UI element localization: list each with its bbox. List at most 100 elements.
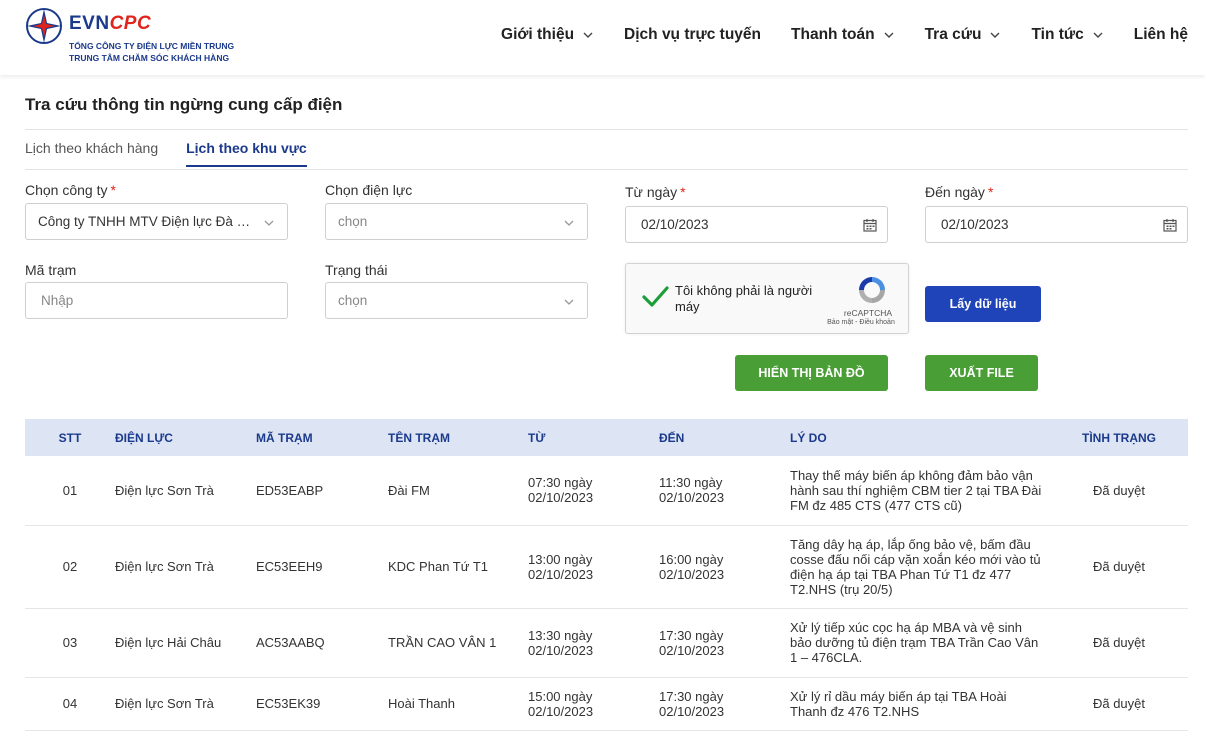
column-header-stt: STT bbox=[25, 419, 115, 456]
main-nav: Giới thiệu Dịch vụ trực tuyến Thanh toán… bbox=[471, 26, 1188, 44]
fetch-data-button[interactable]: Lấy dữ liệu bbox=[925, 286, 1041, 322]
cell-ma-tram: AC53AABQ bbox=[256, 608, 388, 678]
checkmark-icon[interactable] bbox=[640, 282, 670, 312]
title-divider bbox=[25, 129, 1188, 130]
recaptcha-widget[interactable]: Tôi không phải là người máy reCAPTCHA Bả… bbox=[625, 263, 909, 334]
nav-item-dich-vu-truc-tuyen[interactable]: Dịch vụ trực tuyến bbox=[624, 26, 761, 44]
cell-tu-text: 07:30 ngày 02/10/2023 bbox=[528, 475, 594, 506]
nav-item-thanh-toan[interactable]: Thanh toán bbox=[791, 26, 895, 44]
to-date-input[interactable]: 02/10/2023 bbox=[925, 206, 1188, 243]
cell-den-text: 16:00 ngày 02/10/2023 bbox=[659, 551, 725, 582]
tab-lich-theo-khach-hang[interactable]: Lịch theo khách hàng bbox=[25, 140, 158, 167]
cell-dien-luc: Điện lực Hải Châu bbox=[115, 608, 256, 678]
company-label-text: Chọn công ty bbox=[25, 182, 108, 198]
required-mark: * bbox=[110, 182, 116, 198]
required-mark: * bbox=[987, 184, 994, 200]
logo-subtitle-1: TỔNG CÔNG TY ĐIỆN LỰC MIỀN TRUNG bbox=[69, 41, 235, 51]
cell-tu: 13:00 ngày 02/10/2023 bbox=[528, 525, 659, 609]
from-date-label-text: Từ ngày bbox=[625, 184, 678, 200]
recaptcha-label: Tôi không phải là người máy bbox=[675, 283, 813, 314]
status-select-placeholder: chọn bbox=[338, 293, 368, 308]
cell-dien-luc: Điện lực Sơn Trà bbox=[115, 677, 256, 731]
calendar-icon[interactable] bbox=[1163, 218, 1177, 232]
nav-item-label: Dịch vụ trực tuyến bbox=[624, 26, 762, 43]
cell-ma-tram: ED53EABP bbox=[256, 456, 388, 526]
table-row: 01 Điện lực Sơn Trà ED53EABP Đài FM 07:3… bbox=[25, 456, 1188, 526]
chevron-down-icon bbox=[564, 220, 574, 226]
cell-ly-do-text: Thay thế máy biến áp không đảm bảo vận h… bbox=[790, 467, 1042, 513]
cell-ly-do-text: Tăng dây hạ áp, lắp ống bảo vệ, bấm đầu … bbox=[790, 536, 1041, 597]
logo-brand: EVNCPC bbox=[69, 13, 151, 35]
status-select[interactable]: chọn bbox=[325, 282, 588, 319]
power-label: Chọn điện lực bbox=[325, 182, 413, 198]
status-label: Trạng thái bbox=[325, 262, 388, 278]
cell-ly-do-text: Xử lý rỉ dầu máy biến áp tại TBA Hoài Th… bbox=[790, 688, 1007, 719]
cell-den: 17:30 ngày 02/10/2023 bbox=[659, 677, 790, 731]
chevron-down-icon bbox=[564, 299, 574, 305]
tab-lich-theo-khu-vuc[interactable]: Lịch theo khu vực bbox=[186, 140, 307, 167]
cell-den-text: 17:30 ngày 02/10/2023 bbox=[659, 627, 725, 658]
chevron-down-icon bbox=[990, 32, 1000, 38]
chevron-down-icon bbox=[884, 32, 894, 38]
table-header-row: STT ĐIỆN LỰC MÃ TRẠM TÊN TRẠM TỪ ĐẾN LÝ … bbox=[25, 419, 1188, 456]
cell-ly-do: Thay thế máy biến áp không đảm bảo vận h… bbox=[790, 456, 1050, 526]
chevron-down-icon bbox=[264, 220, 274, 226]
outage-schedule-table: STT ĐIỆN LỰC MÃ TRẠM TÊN TRẠM TỪ ĐẾN LÝ … bbox=[25, 419, 1188, 731]
table-row: 04 Điện lực Sơn Trà EC53EK39 Hoài Thanh … bbox=[25, 677, 1188, 731]
nav-item-label: Giới thiệu bbox=[501, 26, 575, 43]
cell-ly-do: Xử lý tiếp xúc cọc hạ áp MBA và vệ sinh … bbox=[790, 608, 1050, 678]
nav-item-label: Thanh toán bbox=[791, 26, 875, 43]
chevron-down-icon bbox=[1093, 32, 1103, 38]
logo-brand-cpc: CPC bbox=[109, 13, 152, 34]
recaptcha-logo-icon bbox=[859, 277, 885, 303]
cell-tinh-trang: Đã duyệt bbox=[1050, 677, 1188, 731]
column-header-tinh-trang: TÌNH TRẠNG bbox=[1050, 419, 1188, 456]
nav-item-label: Liên hệ bbox=[1133, 26, 1188, 43]
company-select[interactable]: Công ty TNHH MTV Điện lực Đà Nẵng bbox=[25, 203, 288, 240]
station-code-input[interactable]: Nhập bbox=[25, 282, 288, 319]
nav-item-lien-he[interactable]: Liên hệ bbox=[1134, 26, 1188, 44]
nav-item-gioi-thieu[interactable]: Giới thiệu bbox=[501, 26, 594, 44]
company-select-value: Công ty TNHH MTV Điện lực Đà Nẵng bbox=[38, 214, 253, 229]
cell-tu: 13:30 ngày 02/10/2023 bbox=[528, 608, 659, 678]
nav-item-label: Tin tức bbox=[1031, 26, 1084, 43]
page-title: Tra cứu thông tin ngừng cung cấp điện bbox=[25, 95, 343, 114]
column-header-ten-tram: TÊN TRẠM bbox=[388, 419, 528, 456]
cell-tu-text: 13:00 ngày 02/10/2023 bbox=[528, 551, 594, 582]
column-header-den: ĐẾN bbox=[659, 419, 790, 456]
cell-tinh-trang: Đã duyệt bbox=[1050, 456, 1188, 526]
recaptcha-links[interactable]: Bảo mật - Điều khoản bbox=[822, 319, 900, 326]
company-label: Chọn công ty * bbox=[25, 182, 116, 198]
nav-item-tra-cuu[interactable]: Tra cứu bbox=[925, 26, 1002, 44]
cell-dien-luc: Điện lực Sơn Trà bbox=[115, 456, 256, 526]
to-date-value: 02/10/2023 bbox=[941, 217, 1009, 232]
export-file-button[interactable]: XUẤT FILE bbox=[925, 355, 1038, 391]
nav-item-tin-tuc[interactable]: Tin tức bbox=[1031, 26, 1103, 44]
from-date-label: Từ ngày * bbox=[625, 184, 686, 200]
from-date-value: 02/10/2023 bbox=[641, 217, 709, 232]
recaptcha-brand: reCAPTCHA bbox=[843, 308, 893, 318]
cell-stt: 01 bbox=[25, 456, 115, 526]
cell-stt: 04 bbox=[25, 677, 115, 731]
cell-tu: 15:00 ngày 02/10/2023 bbox=[528, 677, 659, 731]
column-header-ly-do: LÝ DO bbox=[790, 419, 1050, 456]
from-date-input[interactable]: 02/10/2023 bbox=[625, 206, 888, 243]
cell-tu: 07:30 ngày 02/10/2023 bbox=[528, 456, 659, 526]
column-header-ma-tram: MÃ TRẠM bbox=[256, 419, 388, 456]
logo-brand-evn: EVN bbox=[69, 13, 110, 34]
evncpc-logo[interactable]: EVNCPC TỔNG CÔNG TY ĐIỆN LỰC MIỀN TRUNG … bbox=[25, 7, 265, 67]
cell-tu-text: 15:00 ngày 02/10/2023 bbox=[528, 688, 594, 719]
cell-ten-tram: TRẦN CAO VÂN 1 bbox=[388, 608, 528, 678]
cell-ly-do: Tăng dây hạ áp, lắp ống bảo vệ, bấm đầu … bbox=[790, 525, 1050, 609]
calendar-icon[interactable] bbox=[863, 218, 877, 232]
chevron-down-icon bbox=[583, 32, 593, 38]
power-select[interactable]: chọn bbox=[325, 203, 588, 240]
show-map-button[interactable]: HIỂN THỊ BẢN ĐỒ bbox=[735, 355, 888, 391]
schedule-tabs: Lịch theo khách hàng Lịch theo khu vực bbox=[25, 140, 335, 167]
cell-ly-do-text: Xử lý tiếp xúc cọc hạ áp MBA và vệ sinh … bbox=[790, 620, 1039, 665]
cell-den: 17:30 ngày 02/10/2023 bbox=[659, 608, 790, 678]
cell-ly-do: Xử lý rỉ dầu máy biến áp tại TBA Hoài Th… bbox=[790, 677, 1050, 731]
cell-den-text: 17:30 ngày 02/10/2023 bbox=[659, 688, 725, 719]
power-select-placeholder: chọn bbox=[338, 214, 368, 229]
table-row: 03 Điện lực Hải Châu AC53AABQ TRẦN CAO V… bbox=[25, 608, 1188, 678]
